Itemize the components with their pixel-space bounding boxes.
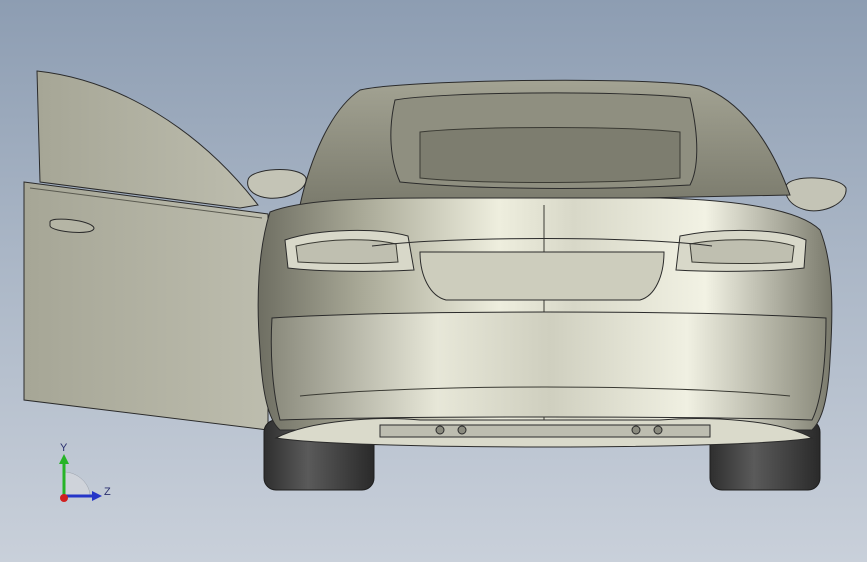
license-plate-recess — [419, 251, 665, 301]
3d-viewport[interactable]: Y Z — [0, 0, 867, 562]
left-mirror — [247, 169, 307, 199]
upper-door-panel — [36, 70, 259, 209]
right-mirror — [785, 177, 847, 212]
triad-plane-icon — [63, 471, 91, 497]
triad-z-label: Z — [104, 486, 111, 498]
rear-bumper — [270, 311, 827, 421]
x-axis-dot-icon — [60, 494, 68, 502]
triad-y-label: Y — [60, 442, 68, 454]
car-model-rear-view[interactable] — [0, 0, 867, 562]
axis-triad: Y Z — [44, 436, 124, 516]
